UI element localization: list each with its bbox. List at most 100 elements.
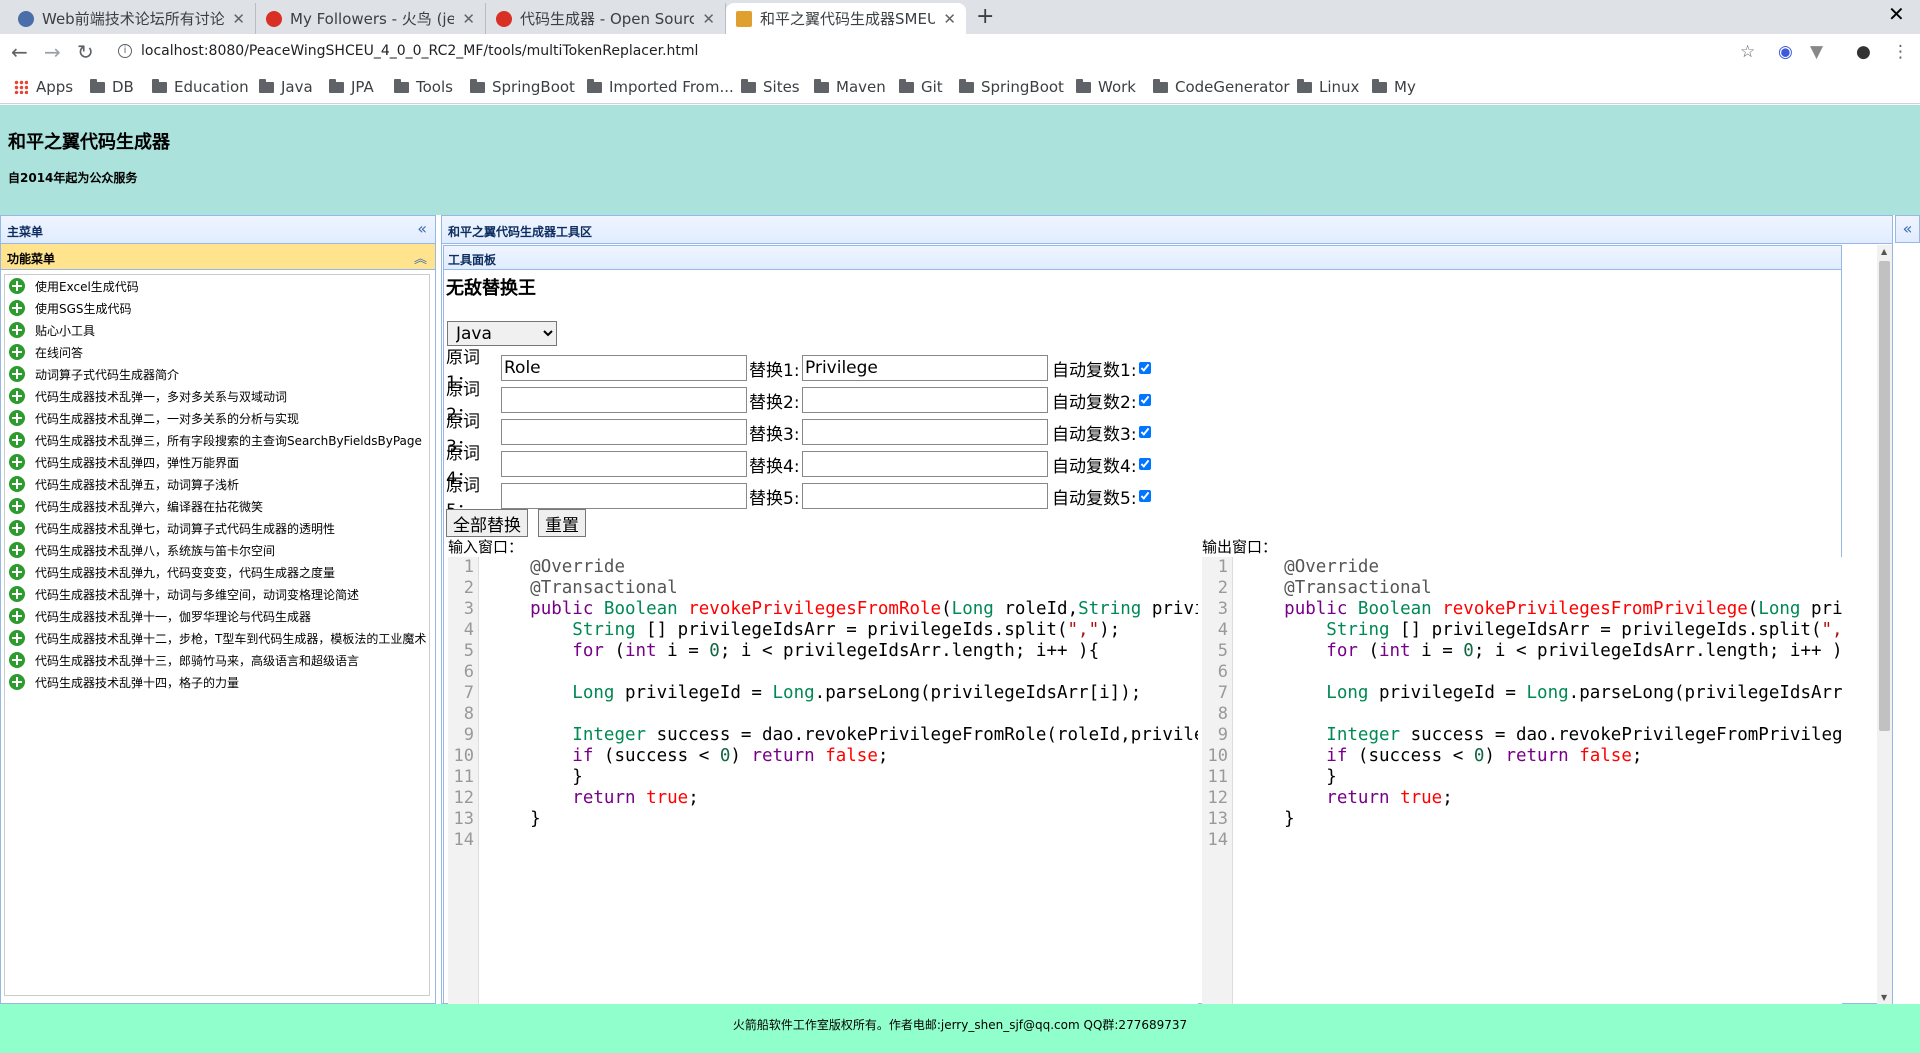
menu-item[interactable]: 使用Excel生成代码: [5, 275, 429, 297]
bookmark-label: Imported From...: [609, 78, 734, 96]
source-word-input-5[interactable]: [501, 483, 747, 509]
menu-item[interactable]: 代码生成器技术乱弹十四，格子的力量: [5, 671, 429, 693]
auto-plural-label: 自动复数4:: [1052, 456, 1137, 477]
replace-word-input-1[interactable]: [802, 355, 1048, 381]
code-line: if (success < 0) return false;: [1326, 746, 1643, 766]
bookmark-folder[interactable]: My: [1372, 78, 1416, 96]
back-icon[interactable]: ←: [11, 40, 28, 64]
close-tab-icon[interactable]: ✕: [232, 10, 245, 28]
close-tab-icon[interactable]: ✕: [702, 10, 715, 28]
bookmark-folder[interactable]: Java: [259, 78, 313, 96]
menu-item-label: 代码生成器技术乱弹十四，格子的力量: [35, 675, 240, 690]
bookmark-folder[interactable]: DB: [90, 78, 134, 96]
window-close-icon[interactable]: ✕: [1888, 2, 1905, 26]
browser-tab-1[interactable]: Web前端技术论坛所有讨论 ✕: [8, 3, 256, 34]
auto-plural-checkbox-5[interactable]: [1138, 490, 1151, 502]
bookmark-folder[interactable]: Linux: [1297, 78, 1359, 96]
input-code[interactable]: @Override @Transactional public Boolean …: [488, 557, 1198, 851]
auto-plural-checkbox-1[interactable]: [1138, 362, 1151, 374]
line-number: 12: [1207, 788, 1228, 808]
output-code-editor[interactable]: 1 2 3 4 5 6 7 8 9 10 11 12 13 14 @Override @Transacti…: [1202, 557, 1842, 1004]
input-code-editor[interactable]: 1 2 3 4 5 6 7 8 9 10 11 12 13 14 @Override @Transacti…: [448, 557, 1198, 1004]
collapse-left-icon[interactable]: «: [417, 219, 427, 238]
collapse-right-icon[interactable]: «: [1895, 215, 1920, 243]
line-number: 7: [463, 683, 474, 703]
auto-plural-checkbox-3[interactable]: [1138, 426, 1151, 438]
replace-all-button[interactable]: 全部替换: [446, 509, 528, 537]
bookmark-folder[interactable]: Tools: [394, 78, 453, 96]
source-word-input-2[interactable]: [501, 387, 747, 413]
menu-item[interactable]: 代码生成器技术乱弹一，多对多关系与双域动词: [5, 385, 429, 407]
replace-word-label: 替换3:: [749, 424, 800, 445]
source-word-input-4[interactable]: [501, 451, 747, 477]
site-info-icon[interactable]: i: [118, 44, 132, 58]
reload-icon[interactable]: ↻: [77, 40, 94, 64]
bookmark-folder[interactable]: SpringBoot: [470, 78, 575, 96]
reset-button[interactable]: 重置: [538, 509, 586, 537]
bookmark-folder[interactable]: Git: [899, 78, 943, 96]
bookmark-folder[interactable]: Work: [1076, 78, 1136, 96]
menu-item[interactable]: 代码生成器技术乱弹九，代码变变变，代码生成器之度量: [5, 561, 429, 583]
browser-tab-4-active[interactable]: 和平之翼代码生成器SMEU ✕: [726, 3, 966, 34]
menu-item[interactable]: 代码生成器技术乱弹五，动词算子浅析: [5, 473, 429, 495]
menu-item[interactable]: 代码生成器技术乱弹十二，步枪，T型车到代码生成器，模板法的工业魔术: [5, 627, 429, 649]
forward-icon[interactable]: →: [44, 40, 61, 64]
auto-plural-checkbox-4[interactable]: [1138, 458, 1151, 470]
bookmark-star-icon[interactable]: ☆: [1740, 42, 1755, 62]
bookmark-folder[interactable]: CodeGenerator: [1153, 78, 1290, 96]
menu-kebab-icon[interactable]: ⋮: [1892, 42, 1909, 62]
menu-item[interactable]: 代码生成器技术乱弹三，所有字段搜索的主查询SearchByFieldsByPag…: [5, 429, 429, 451]
menu-item[interactable]: 代码生成器技术乱弹八，系统族与笛卡尔空间: [5, 539, 429, 561]
new-tab-icon[interactable]: +: [976, 4, 994, 29]
replace-word-input-5[interactable]: [802, 483, 1048, 509]
menu-item[interactable]: 动词算子式代码生成器简介: [5, 363, 429, 385]
menu-item[interactable]: 贴心小工具: [5, 319, 429, 341]
menu-item[interactable]: 代码生成器技术乱弹七，动词算子式代码生成器的透明性: [5, 517, 429, 539]
bookmark-label: My: [1394, 78, 1416, 96]
extension-icon-2[interactable]: ▼: [1810, 42, 1823, 62]
scroll-up-icon[interactable]: ▲: [1881, 247, 1887, 256]
menu-item[interactable]: 代码生成器技术乱弹十，动词与多维空间，动词变格理论简述: [5, 583, 429, 605]
address-bar[interactable]: localhost:8080/PeaceWingSHCEU_4_0_0_RC2_…: [141, 43, 698, 59]
vertical-scrollbar[interactable]: ▲ ▼: [1877, 245, 1892, 1004]
menu-item-label: 动词算子式代码生成器简介: [35, 367, 180, 382]
menu-item[interactable]: 在线问答: [5, 341, 429, 363]
plus-circle-icon: [9, 322, 25, 338]
menu-item[interactable]: 代码生成器技术乱弹十一，伽罗华理论与代码生成器: [5, 605, 429, 627]
menu-item[interactable]: 使用SGS生成代码: [5, 297, 429, 319]
bookmark-folder[interactable]: Maven: [814, 78, 886, 96]
replace-word-input-2[interactable]: [802, 387, 1048, 413]
code-line: Integer success = dao.revokePrivilegeFro…: [572, 725, 1198, 745]
folder-icon: [1297, 78, 1312, 93]
function-menu-header[interactable]: 功能菜单 ︽: [1, 244, 435, 270]
output-code[interactable]: @Override @Transactional public Boolean …: [1242, 557, 1842, 851]
bookmark-folder[interactable]: Imported From...: [587, 78, 734, 96]
replace-word-input-3[interactable]: [802, 419, 1048, 445]
source-word-input-3[interactable]: [501, 419, 747, 445]
close-tab-icon[interactable]: ✕: [943, 10, 956, 28]
bookmark-folder[interactable]: SpringBoot: [959, 78, 1064, 96]
profile-avatar-icon[interactable]: ●: [1856, 42, 1871, 62]
source-word-input-1[interactable]: [501, 355, 747, 381]
bookmark-apps[interactable]: Apps: [14, 78, 73, 96]
scroll-down-icon[interactable]: ▼: [1881, 993, 1887, 1002]
bookmark-folder[interactable]: JPA: [329, 78, 374, 96]
menu-item[interactable]: 代码生成器技术乱弹二，一对多关系的分析与实现: [5, 407, 429, 429]
auto-plural-checkbox-2[interactable]: [1138, 394, 1151, 406]
collapse-up-icon[interactable]: ︽: [414, 248, 427, 267]
menu-item[interactable]: 代码生成器技术乱弹六，编译器在拈花微笑: [5, 495, 429, 517]
bookmark-folder[interactable]: Education: [152, 78, 249, 96]
close-tab-icon[interactable]: ✕: [462, 10, 475, 28]
extension-icon[interactable]: ◉: [1778, 42, 1793, 62]
bookmark-folder[interactable]: Sites: [741, 78, 800, 96]
main-menu-panel: 主菜单 « 功能菜单 ︽ 使用Excel生成代码 使用SGS生成代码 贴心小工具…: [0, 215, 436, 1004]
bookmark-label: Maven: [836, 78, 886, 96]
scrollbar-thumb[interactable]: [1879, 261, 1890, 731]
replace-word-input-4[interactable]: [802, 451, 1048, 477]
folder-icon: [587, 78, 602, 93]
code-line: return true;: [1326, 788, 1453, 808]
browser-tab-2[interactable]: My Followers - 火鸟 (jerry ✕: [256, 3, 486, 34]
browser-tab-3[interactable]: 代码生成器 - Open Source ✕: [486, 3, 726, 34]
menu-item[interactable]: 代码生成器技术乱弹十三，郎骑竹马来，高级语言和超级语言: [5, 649, 429, 671]
menu-item[interactable]: 代码生成器技术乱弹四，弹性万能界面: [5, 451, 429, 473]
